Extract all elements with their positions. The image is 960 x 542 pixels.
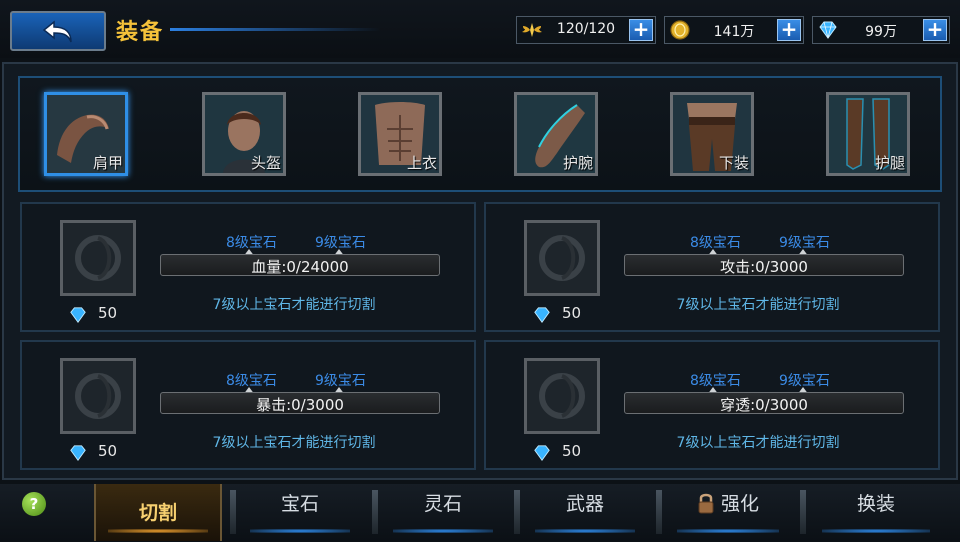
cut-hint: 7级以上宝石才能进行切割 xyxy=(212,297,376,313)
tab-separator xyxy=(656,490,662,534)
tab-enhance[interactable]: 强化 xyxy=(664,484,792,541)
top-bar: 装备 120/120 + 141万 + 99万 + xyxy=(0,0,960,58)
cost-value: 50 xyxy=(562,304,582,322)
coin-icon xyxy=(670,20,690,40)
tab-spirit-stone[interactable]: 灵石 xyxy=(380,484,506,541)
cut-hint: 7级以上宝石才能进行切割 xyxy=(676,435,840,451)
stat-value: 血量:0/24000 xyxy=(251,258,349,276)
gem-slot[interactable] xyxy=(524,358,600,434)
tab-separator xyxy=(230,490,236,534)
equip-slot-bracer[interactable]: 护腕 xyxy=(514,92,598,176)
diamond-icon xyxy=(70,307,86,323)
stat-progress-bar: 攻击:0/3000 xyxy=(624,254,904,276)
diamond-icon xyxy=(534,307,550,323)
slot-label: 护腕 xyxy=(562,154,593,172)
add-stamina-button[interactable]: + xyxy=(629,19,653,41)
cut-panel-hp: 8级宝石 9级宝石 血量:0/24000 7级以上宝石才能进行切割 50 xyxy=(20,202,476,332)
tab-label: 灵石 xyxy=(423,493,462,515)
dragon-emblem-icon xyxy=(75,373,121,419)
bottom-tab-bar: 切割 宝石 灵石 武器 强化 换装 xyxy=(0,484,960,541)
diamond-icon xyxy=(70,445,86,461)
cut-hint: 7级以上宝石才能进行切割 xyxy=(676,297,840,313)
tab-label: 换装 xyxy=(856,493,895,515)
gold-resource: 141万 + xyxy=(664,16,804,44)
tab-label: 武器 xyxy=(565,493,604,515)
tab-change-outfit[interactable]: 换装 xyxy=(808,484,944,541)
equip-slot-shoulder[interactable]: 肩甲 xyxy=(44,92,128,176)
dragon-emblem-icon xyxy=(75,235,121,281)
gem-slot[interactable] xyxy=(524,220,600,296)
stat-value: 穿透:0/3000 xyxy=(720,396,808,414)
tab-separator xyxy=(514,490,520,534)
page-title: 装备 xyxy=(116,20,165,45)
add-gold-button[interactable]: + xyxy=(777,19,801,41)
back-arrow-icon xyxy=(42,20,72,43)
tab-highlight xyxy=(250,529,350,533)
slot-label: 下装 xyxy=(718,154,749,172)
gem-slot[interactable] xyxy=(60,358,136,434)
equipment-row xyxy=(18,76,942,192)
slot-label: 肩甲 xyxy=(92,154,123,172)
gem-slot[interactable] xyxy=(60,220,136,296)
tab-label: 强化 xyxy=(720,493,759,515)
title-underline xyxy=(170,28,380,31)
tab-weapon[interactable]: 武器 xyxy=(522,484,648,541)
stat-value: 暴击:0/3000 xyxy=(256,396,344,414)
equip-slot-helmet[interactable]: 头盔 xyxy=(202,92,286,176)
stat-value: 攻击:0/3000 xyxy=(720,258,808,276)
lock-icon xyxy=(698,493,714,514)
stat-progress-bar: 血量:0/24000 xyxy=(160,254,440,276)
cut-panel-penetration: 8级宝石 9级宝石 穿透:0/3000 7级以上宝石才能进行切割 50 xyxy=(484,340,940,470)
tab-highlight xyxy=(676,529,780,533)
stat-progress-bar: 穿透:0/3000 xyxy=(624,392,904,414)
stamina-value: 120/120 xyxy=(556,21,616,37)
tab-highlight xyxy=(108,529,208,533)
tab-label: 切割 xyxy=(138,502,177,524)
equip-slot-pants[interactable]: 下装 xyxy=(670,92,754,176)
tab-gem[interactable]: 宝石 xyxy=(238,484,362,541)
tab-separator xyxy=(800,490,806,534)
slot-label: 头盔 xyxy=(250,154,281,172)
diamond-resource: 99万 + xyxy=(812,16,950,44)
tab-highlight xyxy=(392,529,494,533)
gold-value: 141万 xyxy=(713,24,755,40)
slot-label: 护腿 xyxy=(874,154,905,172)
tab-highlight xyxy=(821,529,931,533)
tab-label: 宝石 xyxy=(280,493,319,515)
dragon-emblem-icon xyxy=(539,235,585,281)
dragon-emblem-icon xyxy=(539,373,585,419)
equip-slot-leggings[interactable]: 护腿 xyxy=(826,92,910,176)
stat-progress-bar: 暴击:0/3000 xyxy=(160,392,440,414)
cut-panel-crit: 8级宝石 9级宝石 暴击:0/3000 7级以上宝石才能进行切割 50 xyxy=(20,340,476,470)
diamond-icon xyxy=(819,21,837,39)
help-button[interactable]: ? xyxy=(22,492,46,516)
cut-panel-attack: 8级宝石 9级宝石 攻击:0/3000 7级以上宝石才能进行切割 50 xyxy=(484,202,940,332)
diamond-value: 99万 xyxy=(865,24,897,40)
back-button[interactable] xyxy=(10,11,106,51)
cut-hint: 7级以上宝石才能进行切割 xyxy=(212,435,376,451)
add-diamond-button[interactable]: + xyxy=(923,19,947,41)
tab-cut[interactable]: 切割 xyxy=(94,484,222,541)
cost-value: 50 xyxy=(98,442,118,460)
stamina-resource: 120/120 + xyxy=(516,16,656,44)
cost-value: 50 xyxy=(98,304,118,322)
diamond-icon xyxy=(534,445,550,461)
cost-value: 50 xyxy=(562,442,582,460)
equip-slot-top[interactable]: 上衣 xyxy=(358,92,442,176)
slot-label: 上衣 xyxy=(406,154,437,172)
tab-separator xyxy=(372,490,378,534)
wings-icon xyxy=(522,23,542,37)
tab-highlight xyxy=(534,529,636,533)
